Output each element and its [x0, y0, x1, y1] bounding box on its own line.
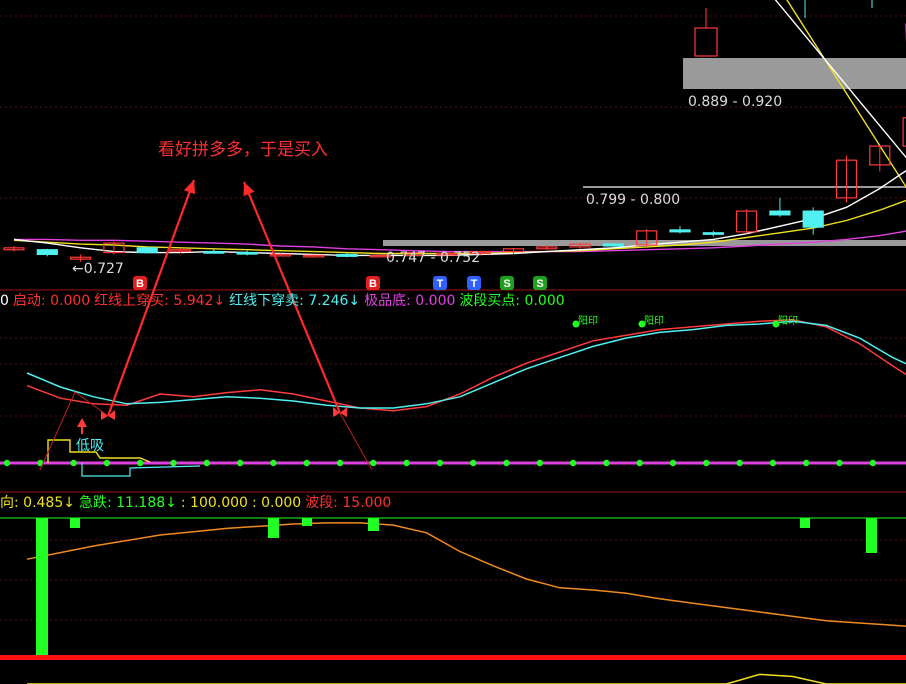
indicator1-red-line	[26, 319, 906, 412]
indicator1-dot	[103, 459, 111, 467]
candle-body	[694, 27, 718, 57]
signal-marker-label: T	[437, 278, 444, 290]
signal-marker-label: S	[536, 278, 543, 290]
buy-flag-label: 阳印	[778, 315, 798, 327]
indicator1-dot	[137, 459, 144, 467]
indicator1-dot	[203, 459, 210, 467]
indicator1-legend-item: 红线上穿买: 5.942↓	[94, 293, 226, 309]
indicator1-legend-item: 启动: 0.000	[12, 293, 91, 309]
indicator1-dot	[270, 459, 277, 467]
indicator2-legend-item: 向: 0.485↓	[0, 495, 75, 511]
indicator2-legend-item: 急跌: 11.188↓	[78, 495, 177, 511]
indicator1-dot	[170, 459, 177, 467]
indicator1-dot	[703, 459, 710, 467]
indicator2-green-bar	[268, 518, 279, 538]
ma-line-white	[13, 0, 906, 257]
candle-body	[602, 243, 625, 247]
indicator1-legend-item: 红线下穿卖: 7.246↓	[229, 293, 361, 309]
indicator2-green-bar	[302, 518, 312, 526]
indicator2-green-bar	[368, 518, 379, 531]
indicator1-dot	[236, 459, 244, 467]
indicator1-dot	[736, 459, 743, 467]
indicator1-dot	[403, 459, 410, 467]
candle-body	[36, 249, 58, 256]
price-label-2: 0.747 - 0.752	[386, 250, 481, 266]
indicator1-dot	[836, 459, 843, 467]
indicator1-dot	[769, 459, 777, 467]
candle-body	[669, 229, 691, 233]
indicator1-dot	[569, 459, 577, 467]
price-label-3: ←0.727	[72, 261, 124, 277]
indicator2-orange-line	[26, 522, 906, 627]
indicator1-legend-item: 波段买点: 0.000	[459, 293, 565, 309]
indicator1-dot	[470, 459, 477, 467]
indicator1-dot	[603, 459, 610, 467]
candle-body	[203, 251, 225, 254]
indicator2-legend-item: : 100.000	[180, 495, 248, 511]
indicator2-green-bar	[800, 518, 810, 528]
signal-marker-label: B	[136, 278, 144, 290]
buy-flag-label: 阳印	[644, 315, 664, 327]
low-buy-label: 低吸	[76, 438, 104, 454]
indicator2-yellow-line	[27, 673, 906, 684]
candle-body	[236, 251, 258, 255]
buy-arrow-icon	[77, 418, 87, 427]
indicator1-dot	[336, 459, 344, 467]
indicator2-legend: 向: 0.485↓ 急跌: 11.188↓: 100.000: 0.000 波段: …	[0, 494, 395, 512]
annotation-guide-line	[339, 412, 373, 471]
ma-line-magenta	[14, 23, 906, 253]
indicator2-red-baseline	[0, 655, 906, 660]
indicator1-legend-item: 0	[0, 293, 9, 309]
indicator1-dot	[303, 459, 310, 467]
indicator1-dot	[3, 459, 11, 467]
signal-marker-label: T	[471, 278, 478, 290]
indicator1-dot	[503, 459, 510, 467]
indicator1-legend: 0 启动: 0.000 红线上穿买: 5.942↓ 红线下穿卖: 7.246↓ 极品底:…	[0, 292, 569, 310]
indicator1-dot	[70, 459, 77, 467]
indicator2-legend-item: : 0.000	[251, 495, 302, 511]
indicator1-dot	[669, 459, 677, 467]
indicator1-dot	[536, 459, 543, 467]
indicator1-dot	[803, 459, 810, 467]
indicator1-dot	[436, 459, 444, 467]
candle-body	[336, 253, 358, 257]
candle-body	[136, 247, 158, 254]
indicator2-green-bar	[70, 518, 80, 528]
indicator1-dot	[869, 459, 876, 467]
candle-body	[702, 232, 724, 235]
signal-marker-label: S	[503, 278, 510, 290]
indicator1-dot	[370, 459, 377, 467]
buy-flag-label: 阳印	[578, 315, 598, 327]
candle-body	[769, 210, 791, 216]
price-label-0: 0.889 - 0.920	[688, 94, 783, 110]
indicator1-legend-item: 极品底: 0.000	[364, 293, 456, 309]
indicator1-dot	[636, 459, 643, 467]
candle-body	[802, 210, 824, 228]
indicator2-green-bar	[866, 518, 877, 553]
annotation-arrow-left-head	[183, 180, 196, 195]
price-label-1: 0.799 - 0.800	[586, 192, 681, 208]
annotation-text: 看好拼多多，于是买入	[158, 140, 328, 160]
signal-marker-label: B	[369, 278, 377, 290]
indicator2-green-bar	[36, 518, 48, 656]
resistance-band	[683, 58, 906, 89]
indicator2-legend-item: 波段: 15.000	[305, 495, 392, 511]
ma-line-yellow	[13, 0, 906, 255]
